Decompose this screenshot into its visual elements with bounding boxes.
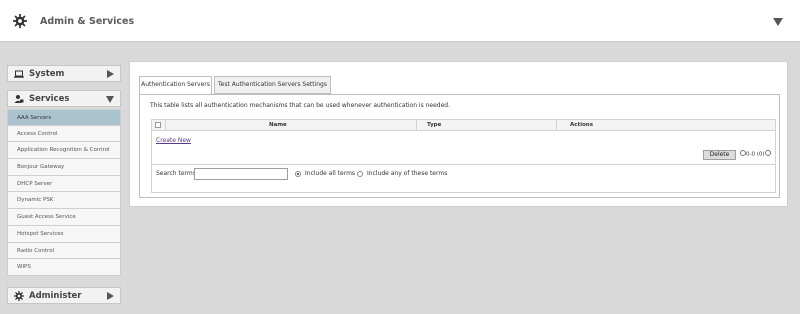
sidebar-item-radio-control[interactable]: Radio Control	[7, 242, 121, 260]
sidebar-section-label: Administer	[29, 291, 82, 301]
table-header: Name Type Actions	[152, 120, 775, 131]
sidebar-item-bonjour-gateway[interactable]: Bonjour Gateway	[7, 159, 121, 176]
select-all-checkbox[interactable]	[155, 122, 161, 128]
create-new-link[interactable]: Create New	[156, 137, 191, 144]
page-title: Admin & Services	[40, 16, 135, 27]
sidebar-item-dynamic-psk[interactable]: Dynamic PSK	[7, 192, 121, 210]
table-description: This table lists all authentication mech…	[150, 102, 451, 109]
sidebar-item-hotspot-services[interactable]: Hotspot Services	[7, 225, 121, 243]
pager: 0-0 (0)	[740, 150, 771, 160]
servers-table: Name Type Actions Create New Delete 0-0 …	[151, 119, 776, 193]
sidebar-item-application-recognition[interactable]: Application Recognition & Control	[7, 142, 121, 160]
gear-icon	[14, 291, 24, 301]
content-panel: Authentication Servers Test Authenticati…	[129, 61, 788, 207]
sidebar-section-services[interactable]: Services	[7, 90, 121, 107]
top-bar: Admin & Services	[0, 0, 800, 42]
column-divider	[165, 120, 166, 131]
users-icon	[14, 95, 24, 103]
delete-button[interactable]: Delete	[703, 150, 736, 160]
sidebar-section-administer[interactable]: Administer	[7, 287, 121, 304]
column-header-type[interactable]: Type	[427, 120, 441, 131]
divider	[152, 164, 775, 165]
include-any-terms-radio[interactable]	[357, 171, 363, 177]
sidebar-item-access-control[interactable]: Access Control	[7, 125, 121, 143]
triangle-down-icon[interactable]	[773, 18, 783, 26]
tab-test-authentication-servers[interactable]: Test Authentication Servers Settings	[214, 76, 331, 94]
services-menu: AAA Servers Access Control Application R…	[7, 109, 121, 276]
search-input[interactable]	[194, 168, 288, 180]
sidebar-item-wips[interactable]: WIPS	[7, 259, 121, 276]
column-header-name[interactable]: Name	[269, 120, 287, 131]
tab-authentication-servers[interactable]: Authentication Servers	[139, 76, 212, 95]
sidebar-section-label: System	[29, 69, 65, 79]
include-any-terms-label: Include any of these terms	[367, 170, 448, 177]
search-terms-label: Search terms	[156, 170, 196, 177]
chevron-right-icon[interactable]	[107, 70, 114, 78]
tab-body: This table lists all authentication mech…	[139, 94, 780, 198]
column-divider	[416, 120, 417, 131]
laptop-icon	[14, 70, 24, 78]
sidebar-item-guest-access[interactable]: Guest Access Service	[7, 209, 121, 226]
sidebar-section-system[interactable]: System	[7, 65, 121, 82]
previous-page-icon[interactable]	[740, 150, 746, 156]
include-all-terms-radio[interactable]	[295, 171, 301, 177]
sidebar-item-aaa-servers[interactable]: AAA Servers	[7, 109, 121, 126]
next-page-icon[interactable]	[764, 150, 771, 156]
chevron-right-icon[interactable]	[107, 292, 114, 300]
column-header-actions: Actions	[570, 122, 593, 128]
sidebar-section-label: Services	[29, 94, 70, 104]
include-all-terms-label: Include all terms	[305, 170, 356, 177]
column-divider	[556, 120, 557, 131]
gear-icon	[13, 14, 27, 28]
chevron-down-icon[interactable]	[106, 96, 114, 103]
sidebar-item-dhcp-server[interactable]: DHCP Server	[7, 175, 121, 193]
pager-text: 0-0 (0)	[746, 151, 765, 158]
